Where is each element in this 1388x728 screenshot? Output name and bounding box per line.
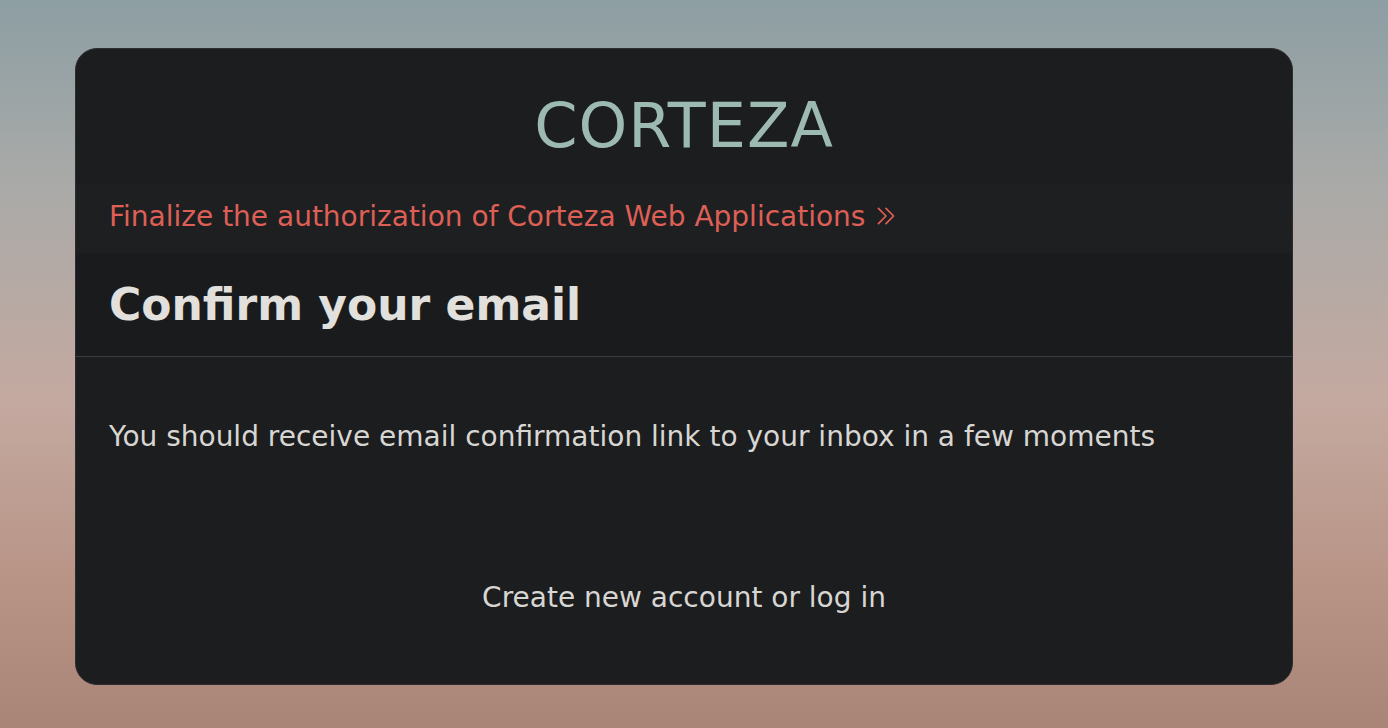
page-title: Confirm your email (109, 279, 1259, 332)
logo-area: CORTEZA (76, 49, 1292, 185)
logo: CORTEZA (76, 89, 1292, 163)
card-body: You should receive email confirmation li… (76, 357, 1292, 557)
confirmation-message: You should receive email confirmation li… (109, 413, 1259, 461)
card-footer: Create new account or log in (76, 557, 1292, 619)
client-notice-text: Finalize the authorization of Corteza We… (109, 197, 865, 236)
double-chevron-icon (873, 203, 899, 229)
signup-login-link[interactable]: Create new account or log in (482, 581, 886, 614)
card-header: Confirm your email (76, 253, 1292, 357)
auth-card: CORTEZA Finalize the authorization of Cor… (75, 48, 1293, 685)
client-notice: Finalize the authorization of Corteza We… (76, 185, 1292, 253)
